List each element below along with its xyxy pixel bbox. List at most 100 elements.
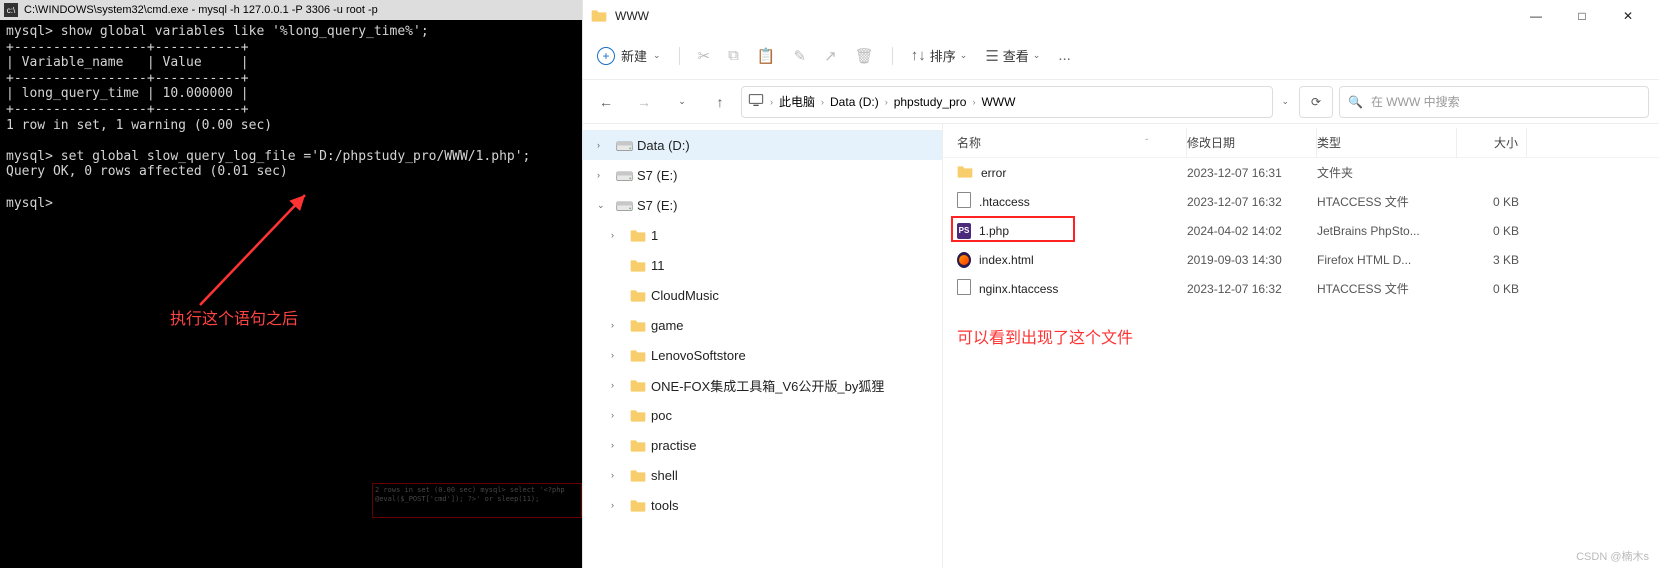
tree-item[interactable]: ⌄S7 (E:) bbox=[583, 190, 942, 220]
search-input[interactable]: 🔍 在 WWW 中搜索 bbox=[1339, 86, 1649, 118]
file-name: 1.php bbox=[979, 224, 1009, 238]
close-button[interactable]: ✕ bbox=[1605, 0, 1651, 32]
tree-item[interactable]: › ONE-FOX集成工具箱_V6公开版_by狐狸 bbox=[583, 370, 942, 400]
rename-button[interactable]: ✎ bbox=[794, 47, 807, 65]
twisty-icon[interactable]: › bbox=[611, 350, 625, 360]
col-type[interactable]: 类型 bbox=[1317, 128, 1457, 157]
breadcrumb-item[interactable]: Data (D:) bbox=[830, 95, 879, 109]
tree-label: practise bbox=[651, 438, 697, 453]
search-icon: 🔍 bbox=[1348, 95, 1363, 109]
explorer-titlebar: WWW ― □ ✕ bbox=[583, 0, 1659, 32]
file-date: 2019-09-03 14:30 bbox=[1187, 253, 1317, 267]
view-button[interactable]: ☰查看⌄ bbox=[985, 46, 1040, 65]
share-button[interactable]: ↗ bbox=[824, 47, 837, 65]
twisty-icon[interactable]: › bbox=[611, 470, 625, 480]
delete-button[interactable]: 🗑 bbox=[855, 47, 874, 65]
annotation-arrow bbox=[160, 190, 310, 313]
tree-label: tools bbox=[651, 498, 678, 513]
tree-item[interactable]: 11 bbox=[583, 250, 942, 280]
col-size[interactable]: 大小 bbox=[1457, 128, 1527, 157]
copy-button[interactable]: ⧉ bbox=[728, 47, 739, 64]
file-row[interactable]: error 2023-12-07 16:31文件夹 bbox=[943, 158, 1659, 187]
tree-item[interactable]: ›shell bbox=[583, 460, 942, 490]
column-headers[interactable]: 名称ˆ 修改日期 类型 大小 bbox=[943, 128, 1659, 158]
tree-item[interactable]: ›Data (D:) bbox=[583, 130, 942, 160]
tree-item[interactable]: › game bbox=[583, 310, 942, 340]
back-button[interactable]: ← bbox=[589, 85, 623, 119]
twisty-icon[interactable]: › bbox=[611, 410, 625, 420]
tree-item[interactable]: › practise bbox=[583, 430, 942, 460]
twisty-icon[interactable]: › bbox=[611, 320, 625, 330]
folder-icon bbox=[629, 498, 647, 512]
rename-icon: ✎ bbox=[794, 47, 807, 65]
tree-item[interactable]: › tools bbox=[583, 490, 942, 520]
twisty-icon[interactable]: › bbox=[611, 500, 625, 510]
cut-button[interactable]: ✂ bbox=[698, 47, 711, 65]
folder-tree[interactable]: ›Data (D:)›S7 (E:)⌄S7 (E:)›111CloudMusic… bbox=[583, 124, 943, 568]
terminal-body[interactable]: mysql> show global variables like '%long… bbox=[0, 20, 582, 215]
chevron-down-icon[interactable]: ⌄ bbox=[665, 85, 699, 119]
file-type: JetBrains PhpSto... bbox=[1317, 224, 1457, 238]
chevron-right-icon: › bbox=[770, 97, 773, 107]
file-icon bbox=[957, 192, 971, 211]
file-size: 0 KB bbox=[1457, 195, 1527, 209]
drive-icon bbox=[615, 169, 633, 182]
chevron-down-icon: ⌄ bbox=[960, 50, 968, 61]
twisty-icon[interactable]: › bbox=[611, 230, 625, 240]
file-row[interactable]: .htaccess2023-12-07 16:32HTACCESS 文件0 KB bbox=[943, 187, 1659, 216]
minimize-button[interactable]: ― bbox=[1513, 0, 1559, 32]
tree-item[interactable]: ›LenovoSoftstore bbox=[583, 340, 942, 370]
breadcrumb-item[interactable]: phpstudy_pro bbox=[894, 95, 967, 109]
tree-item[interactable]: › S7 (E:) bbox=[583, 160, 942, 190]
more-button[interactable]: ... bbox=[1058, 47, 1071, 64]
twisty-icon[interactable]: › bbox=[597, 170, 611, 180]
up-button[interactable]: ↑ bbox=[703, 85, 737, 119]
paste-button[interactable]: 📋 bbox=[757, 47, 776, 65]
twisty-icon[interactable]: ⌄ bbox=[597, 200, 611, 211]
tree-label: poc bbox=[651, 408, 672, 423]
file-icon bbox=[957, 279, 971, 298]
file-icon: PS bbox=[957, 222, 971, 239]
chevron-right-icon: › bbox=[821, 97, 824, 107]
tree-label: 11 bbox=[651, 258, 665, 273]
explorer-body: ›Data (D:)›S7 (E:)⌄S7 (E:)›111CloudMusic… bbox=[583, 124, 1659, 568]
col-name[interactable]: 名称ˆ bbox=[957, 128, 1187, 157]
file-list[interactable]: error 2023-12-07 16:31文件夹 .htaccess2023-12… bbox=[943, 158, 1659, 303]
new-button[interactable]: + 新建 ⌄ bbox=[597, 46, 661, 65]
file-row[interactable]: index.html2019-09-03 14:30Firefox HTML D… bbox=[943, 245, 1659, 274]
file-row[interactable]: nginx.htaccess2023-12-07 16:32HTACCESS 文… bbox=[943, 274, 1659, 303]
tree-label: game bbox=[651, 318, 684, 333]
tree-item[interactable]: CloudMusic bbox=[583, 280, 942, 310]
file-name: error bbox=[981, 166, 1006, 180]
tree-label: ONE-FOX集成工具箱_V6公开版_by狐狸 bbox=[651, 376, 884, 395]
share-icon: ↗ bbox=[824, 47, 837, 65]
tree-item[interactable]: › poc bbox=[583, 400, 942, 430]
col-date[interactable]: 修改日期 bbox=[1187, 128, 1317, 157]
tree-label: S7 (E:) bbox=[637, 168, 677, 183]
twisty-icon[interactable]: › bbox=[611, 440, 625, 450]
chevron-down-icon[interactable]: ⌄ bbox=[1281, 96, 1289, 107]
twisty-icon[interactable]: › bbox=[597, 140, 611, 150]
breadcrumb-item[interactable]: WWW bbox=[981, 95, 1015, 109]
view-icon: ☰ bbox=[985, 47, 998, 65]
file-row[interactable]: PS1.php2024-04-02 14:02JetBrains PhpSto.… bbox=[943, 216, 1659, 245]
folder-icon bbox=[629, 318, 647, 332]
file-type: 文件夹 bbox=[1317, 164, 1457, 181]
tree-label: CloudMusic bbox=[651, 288, 719, 303]
folder-icon bbox=[629, 348, 647, 362]
sort-button[interactable]: ↑↓排序⌄ bbox=[911, 46, 968, 65]
maximize-button[interactable]: □ bbox=[1559, 0, 1605, 32]
terminal-overlay-box: 2 rows in set (0.00 sec) mysql> select '… bbox=[372, 483, 582, 518]
forward-button[interactable]: → bbox=[627, 85, 661, 119]
refresh-button[interactable]: ⟳ bbox=[1299, 86, 1333, 118]
folder-icon bbox=[629, 468, 647, 482]
file-pane: 名称ˆ 修改日期 类型 大小 error 2023-12-07 16:31文件夹.… bbox=[943, 124, 1659, 568]
file-size: 0 KB bbox=[1457, 282, 1527, 296]
breadcrumb[interactable]: › 此电脑›Data (D:)›phpstudy_pro›WWW bbox=[741, 86, 1273, 118]
breadcrumb-item[interactable]: 此电脑 bbox=[779, 93, 815, 110]
file-date: 2023-12-07 16:31 bbox=[1187, 166, 1317, 180]
twisty-icon[interactable]: › bbox=[611, 380, 625, 390]
terminal-window: c:\ C:\WINDOWS\system32\cmd.exe - mysql … bbox=[0, 0, 582, 568]
terminal-overlay-text: 2 rows in set (0.00 sec) mysql> select '… bbox=[373, 484, 581, 506]
tree-item[interactable]: ›1 bbox=[583, 220, 942, 250]
